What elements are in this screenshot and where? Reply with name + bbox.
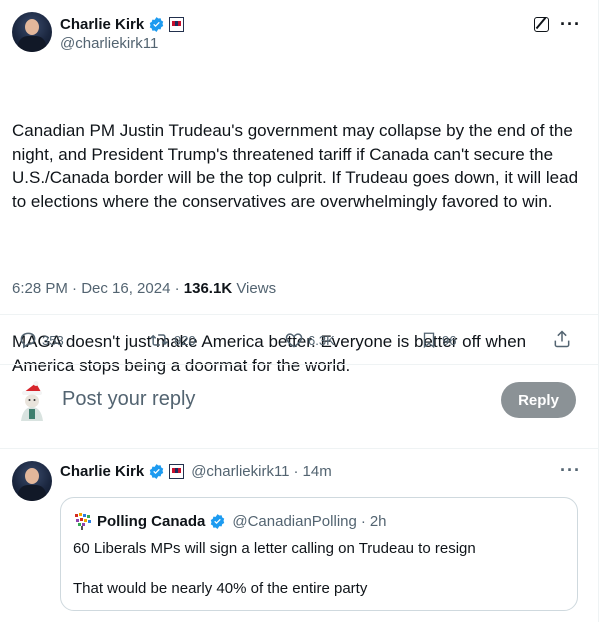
repost-icon bbox=[150, 334, 168, 346]
current-user-avatar[interactable] bbox=[14, 380, 50, 422]
reply-icon bbox=[20, 332, 36, 349]
reply-more-options-icon[interactable]: ··· bbox=[560, 460, 581, 481]
reply-author-avatar[interactable] bbox=[12, 461, 52, 501]
reply-button[interactable]: Reply bbox=[501, 382, 576, 418]
repost-action-button[interactable]: 920 bbox=[148, 330, 196, 350]
quoted-time: 2h bbox=[369, 512, 387, 530]
reply-time[interactable]: 14m bbox=[303, 463, 332, 480]
verified-badge-icon bbox=[149, 463, 164, 479]
bookmark-count: 96 bbox=[442, 332, 457, 348]
quoted-tweet[interactable]: Polling Canada @CanadianPolling · 2h 60 … bbox=[60, 497, 578, 611]
reply-input[interactable]: Post your reply bbox=[62, 388, 195, 411]
author-name[interactable]: Charlie Kirk bbox=[60, 16, 144, 33]
bookmark-icon bbox=[423, 332, 435, 349]
share-icon bbox=[554, 330, 570, 348]
reply-header: Charlie Kirk @charliekirk11 · 14m bbox=[60, 462, 332, 480]
reply-action-button[interactable]: 353 bbox=[18, 330, 64, 350]
heart-icon bbox=[285, 333, 303, 348]
more-options-icon[interactable]: ··· bbox=[560, 14, 581, 35]
affiliate-badge-icon bbox=[169, 16, 185, 32]
share-button[interactable] bbox=[552, 329, 572, 354]
reply-author-name[interactable]: Charlie Kirk bbox=[60, 463, 144, 480]
tweet-timestamp[interactable]: 6:28 PM · Dec 16, 2024 bbox=[12, 280, 170, 297]
author-avatar[interactable] bbox=[12, 12, 52, 52]
author-handle[interactable]: @charliekirk11 bbox=[60, 35, 158, 52]
quoted-header: Polling Canada @CanadianPolling · 2h bbox=[73, 511, 387, 531]
polling-canada-logo-icon bbox=[75, 513, 91, 530]
reply-count: 353 bbox=[42, 332, 64, 348]
tweet-meta: 6:28 PM · Dec 16, 2024 · 136.1K Views bbox=[12, 280, 277, 297]
affiliate-badge-icon bbox=[169, 463, 185, 479]
verified-badge-icon bbox=[149, 16, 164, 32]
quoted-text-line-2: That would be nearly 40% of the entire p… bbox=[73, 580, 368, 597]
verified-badge-icon bbox=[211, 513, 225, 529]
like-action-button[interactable]: 6.3K bbox=[284, 330, 335, 350]
repost-count: 920 bbox=[174, 332, 196, 348]
tweet-text: Canadian PM Justin Trudeau's government … bbox=[12, 72, 584, 424]
bookmark-action-button[interactable]: 96 bbox=[420, 330, 456, 350]
like-count: 6.3K bbox=[308, 332, 335, 348]
quoted-text-line-1: 60 Liberals MPs will sign a letter calli… bbox=[73, 540, 476, 557]
tweet-thread: Charlie Kirk @charliekirk11 ··· Canadian… bbox=[0, 0, 599, 622]
reply-author-handle[interactable]: @charliekirk11 bbox=[191, 463, 289, 480]
quoted-author-handle: @CanadianPolling bbox=[232, 512, 357, 530]
views-count: 136.1K bbox=[183, 280, 233, 297]
grok-icon[interactable] bbox=[534, 17, 549, 32]
author-name-row: Charlie Kirk bbox=[60, 14, 185, 34]
tweet-paragraph-1: Canadian PM Justin Trudeau's government … bbox=[12, 121, 583, 211]
quoted-author-name: Polling Canada bbox=[97, 512, 206, 530]
views-label: Views bbox=[236, 280, 277, 297]
